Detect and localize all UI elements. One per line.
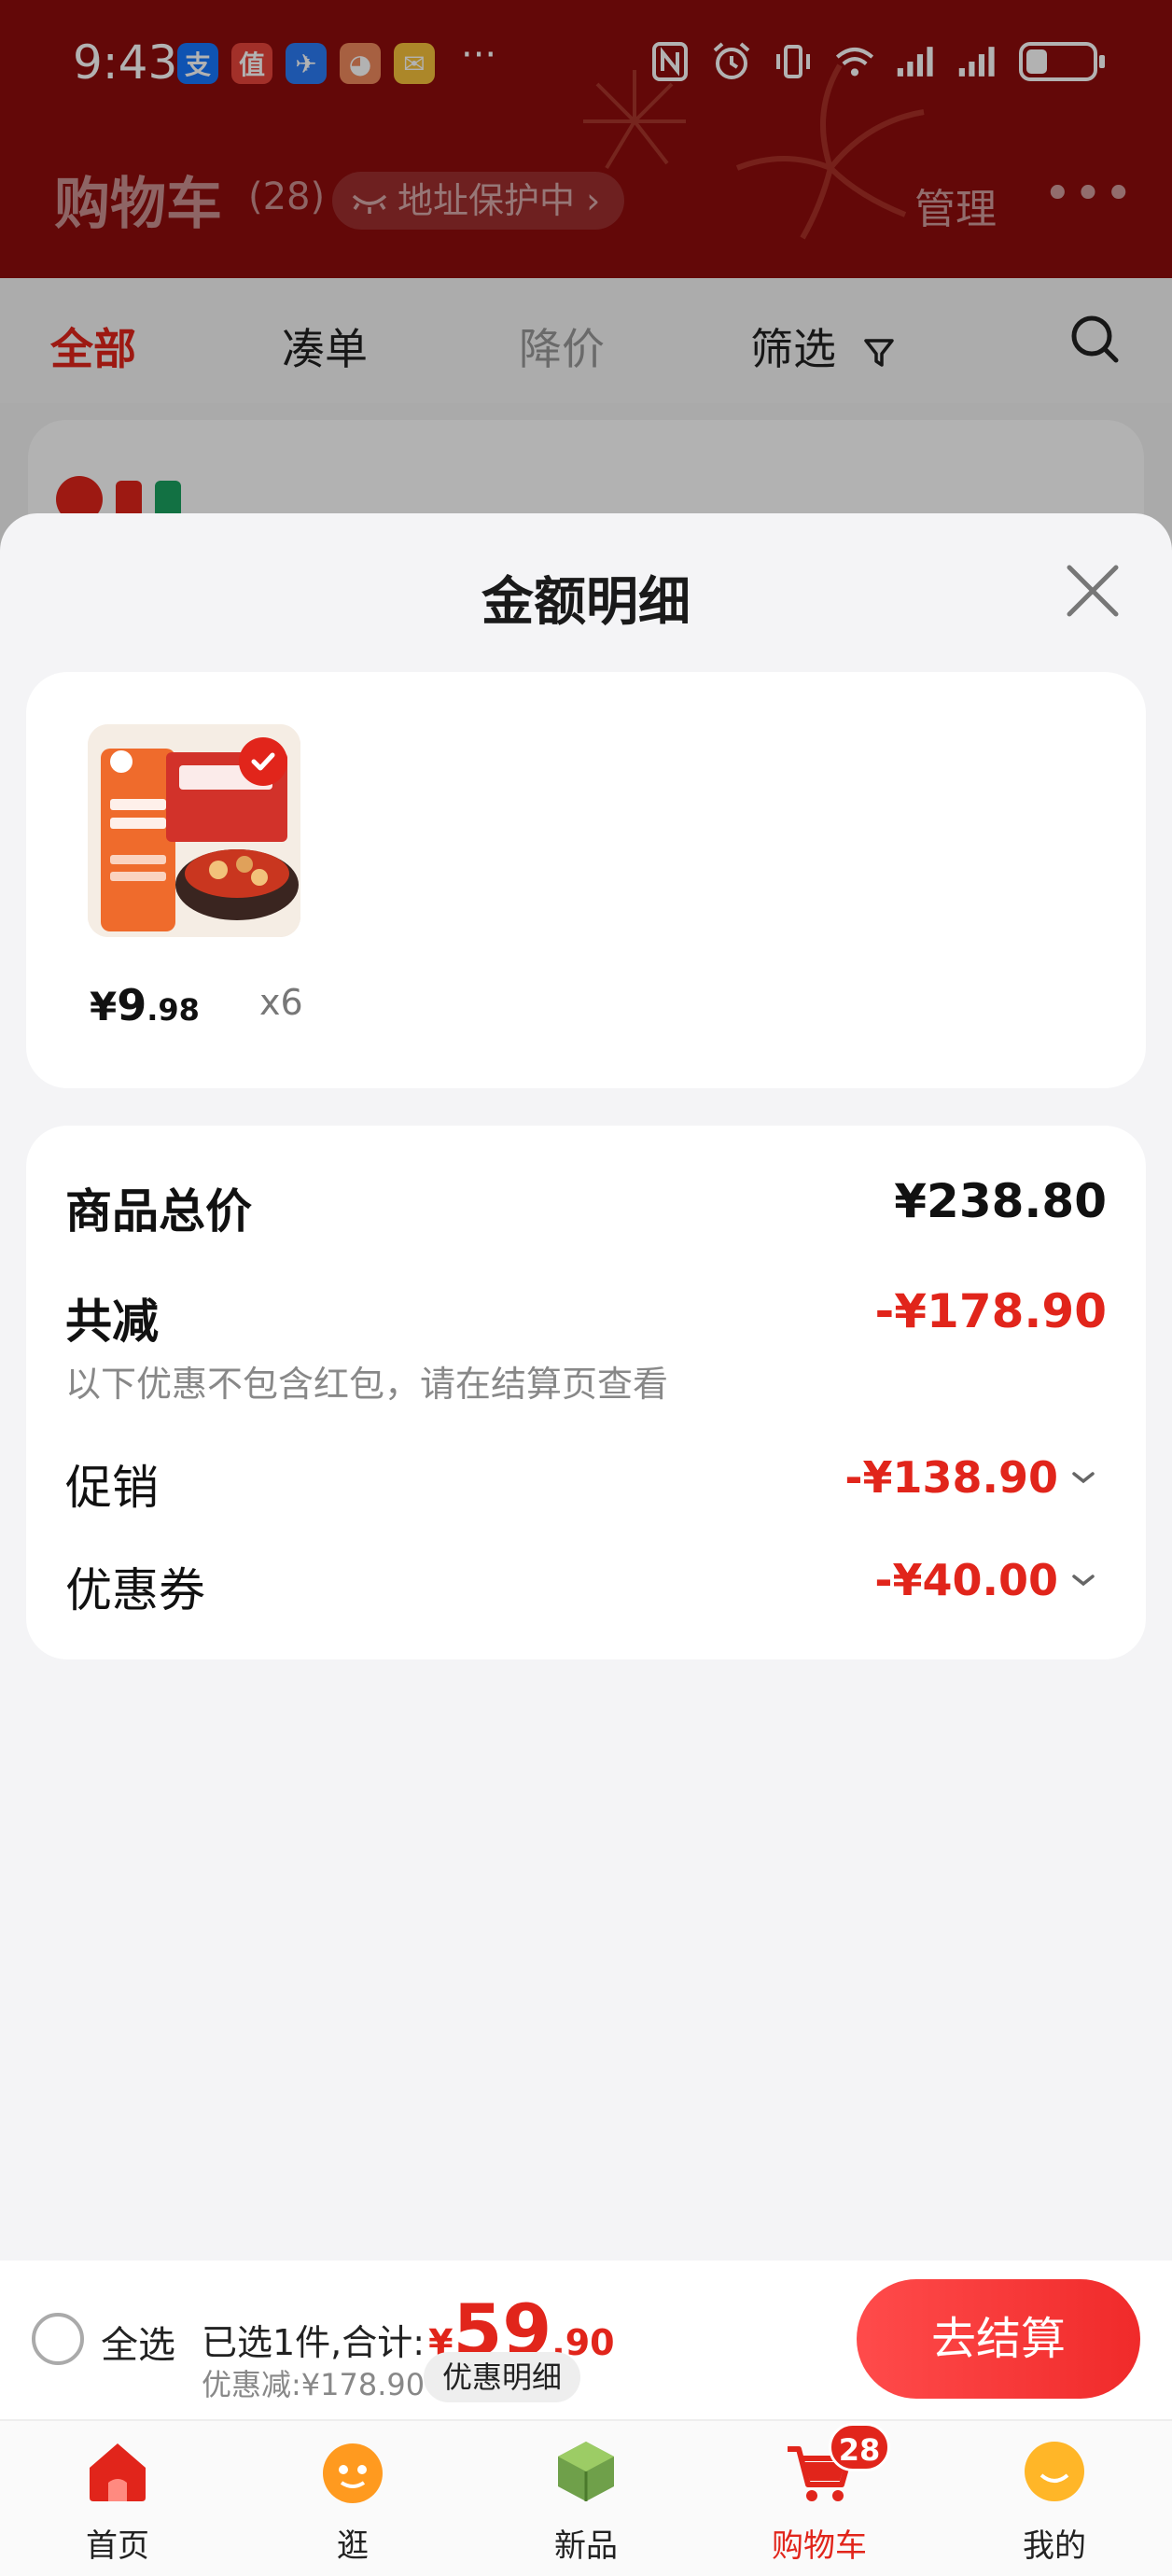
- coupon-label[interactable]: 优惠券: [65, 1553, 205, 1620]
- product-card: ¥ 9 .98 x6: [26, 672, 1146, 1088]
- chevron-down-icon[interactable]: [1069, 1463, 1097, 1491]
- tabbar-cart[interactable]: 28 购物车: [745, 2423, 894, 2566]
- tabbar-cart-label: 购物车: [772, 2527, 867, 2565]
- tabbar-home[interactable]: 首页: [43, 2436, 192, 2566]
- total-reduction-value: -¥178.90: [874, 1284, 1108, 1338]
- sheet-title: 金额明细: [481, 572, 691, 633]
- reduction-note: 以下优惠不包含红包，请在结算页查看: [65, 1364, 669, 1405]
- close-icon[interactable]: [1062, 560, 1123, 622]
- price-breakdown-card: 商品总价 ¥238.80 共减 -¥178.90 以下优惠不包含红包，请在结算页…: [26, 1126, 1146, 1659]
- tabbar-profile[interactable]: 我的: [980, 2436, 1129, 2566]
- tabbar-home-label: 首页: [86, 2527, 149, 2565]
- cart-badge: 28: [829, 2423, 890, 2471]
- bottom-tab-bar: 首页 逛 新品 28 购物车 我的: [0, 2419, 1172, 2576]
- total-price-value: ¥238.80: [894, 1174, 1107, 1228]
- tabbar-profile-label: 我的: [1023, 2527, 1086, 2565]
- product-price: ¥ 9 .98: [90, 980, 200, 1030]
- product-image[interactable]: [88, 724, 300, 937]
- selected-total-label: 已选1件,合计:: [202, 2322, 426, 2363]
- tabbar-new-products-label: 新品: [554, 2527, 618, 2565]
- total-price-label: 商品总价: [65, 1184, 252, 1239]
- profile-icon: [1019, 2436, 1090, 2507]
- product-quantity: x6: [259, 982, 303, 1023]
- tabbar-stroll[interactable]: 逛: [278, 2436, 427, 2566]
- checkout-button[interactable]: 去结算: [857, 2279, 1140, 2399]
- chevron-down-icon[interactable]: [1069, 1566, 1097, 1594]
- tabbar-new-products[interactable]: 新品: [511, 2436, 661, 2566]
- select-all-radio[interactable]: [32, 2313, 84, 2365]
- price-decimal: .98: [146, 992, 200, 1028]
- price-currency: ¥: [90, 984, 118, 1029]
- select-all-label[interactable]: 全选: [101, 2315, 175, 2369]
- coupon-value[interactable]: -¥40.00: [874, 1555, 1058, 1605]
- new-products-icon: [551, 2436, 621, 2507]
- cart-icon: 28: [784, 2423, 890, 2507]
- stroll-icon: [317, 2436, 388, 2507]
- price-integer: 9: [117, 980, 147, 1030]
- tabbar-stroll-label: 逛: [337, 2527, 369, 2565]
- promotion-label[interactable]: 促销: [65, 1450, 159, 1518]
- selected-check-icon: [239, 737, 287, 786]
- promotion-value[interactable]: -¥138.90: [844, 1452, 1058, 1503]
- amount-detail-sheet: 金额明细 ¥ 9 .98 x6 商品总价 ¥238.80 共减 -¥178.90…: [0, 513, 1172, 2261]
- discount-detail-button[interactable]: 优惠明细: [424, 2352, 581, 2402]
- total-reduction-label: 共减: [65, 1295, 159, 1349]
- home-icon: [82, 2436, 153, 2507]
- discount-summary: 优惠减:¥178.90: [202, 2367, 426, 2402]
- checkout-bar: 全选 已选1件,合计: ¥ 59 .90 优惠减:¥178.90 优惠明细 去结…: [0, 2261, 1172, 2419]
